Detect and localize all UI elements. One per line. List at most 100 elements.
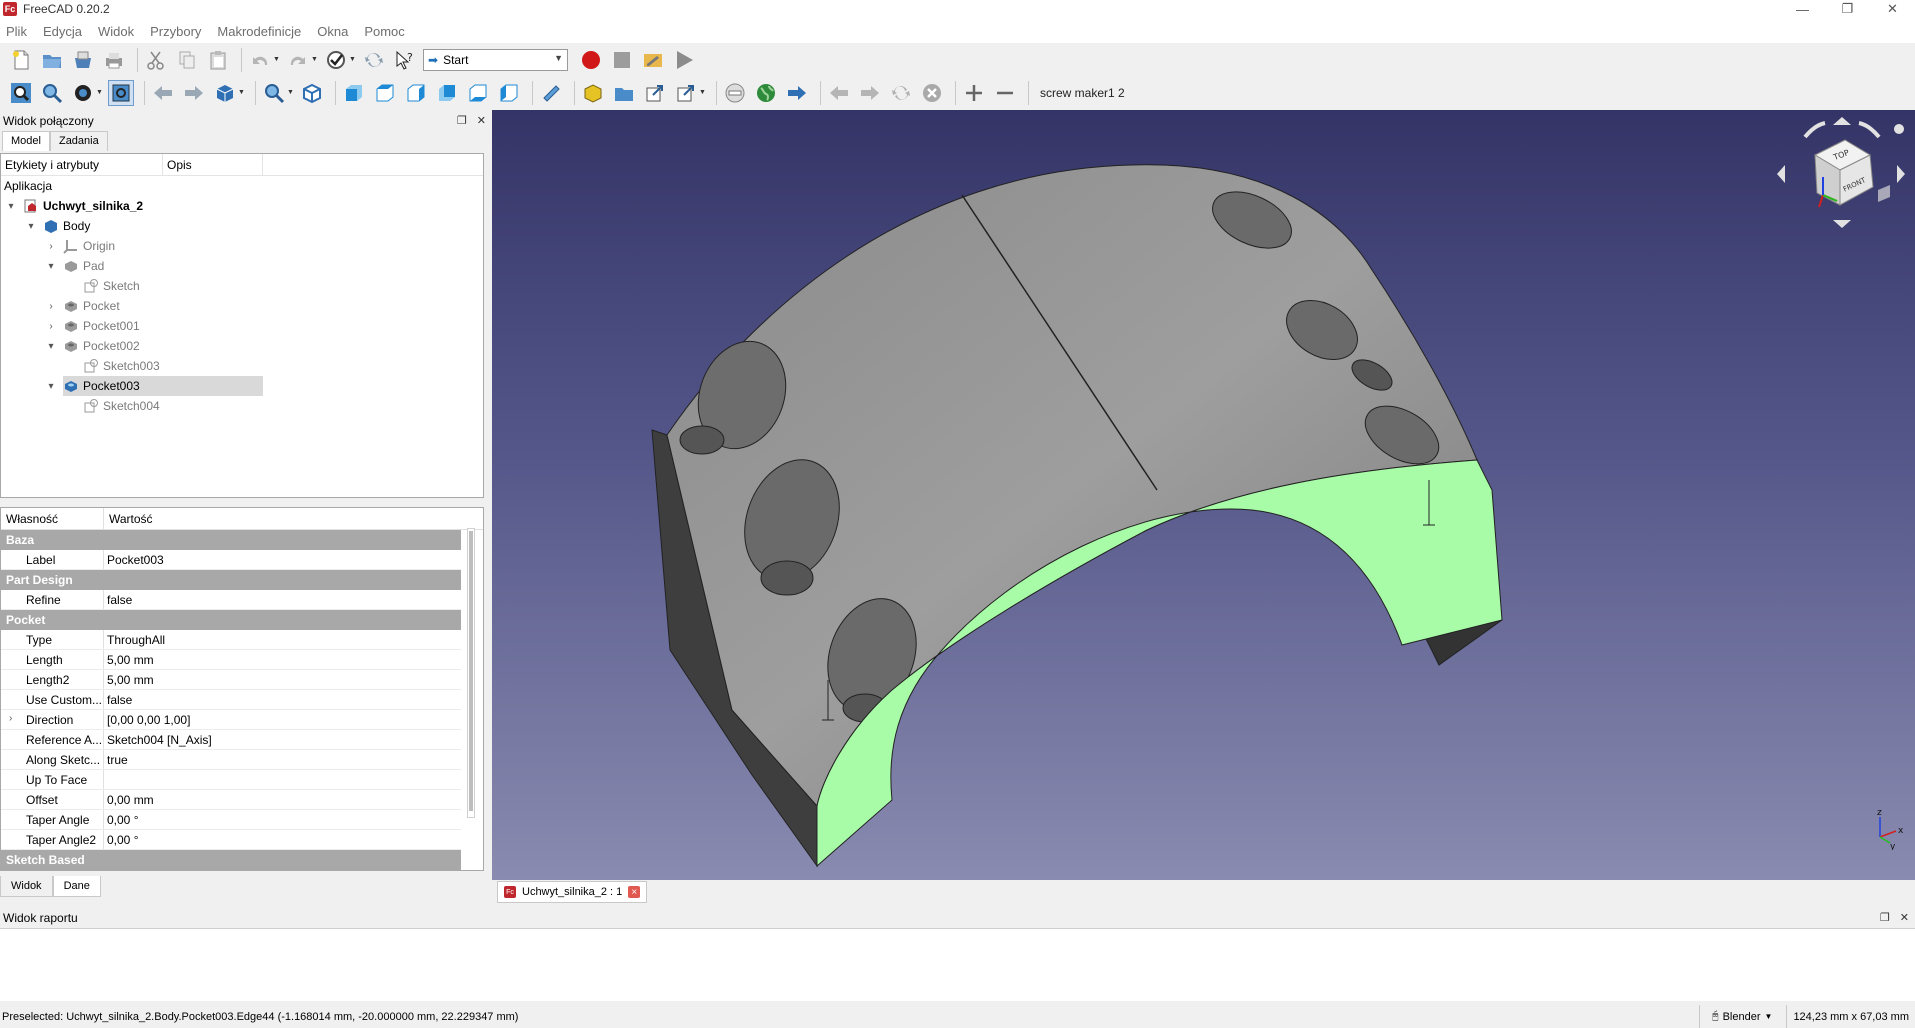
new-file-button[interactable] bbox=[8, 47, 34, 73]
property-value[interactable]: 5,00 mm bbox=[104, 650, 154, 669]
tree-column-description[interactable]: Opis bbox=[163, 154, 263, 175]
web-stop-loading-button[interactable] bbox=[919, 80, 945, 106]
property-row[interactable]: Along Sketc... true bbox=[1, 750, 461, 770]
standard-views-dropdown-icon[interactable]: ▼ bbox=[238, 89, 246, 96]
measure-distance-button[interactable] bbox=[538, 80, 564, 106]
create-part-button[interactable] bbox=[580, 80, 606, 106]
web-previous-button[interactable] bbox=[826, 80, 852, 106]
link-actions-dropdown-icon[interactable]: ▼ bbox=[699, 89, 707, 96]
menu-okna[interactable]: Okna bbox=[317, 24, 348, 39]
fit-selection-button[interactable] bbox=[39, 80, 65, 106]
tab-widok[interactable]: Widok bbox=[0, 876, 53, 897]
zoom-dropdown-icon[interactable]: ▼ bbox=[287, 89, 295, 96]
property-value[interactable] bbox=[104, 770, 107, 789]
property-row[interactable]: Taper Angle2 0,00 ° bbox=[1, 830, 461, 850]
close-panel-icon[interactable]: ✕ bbox=[477, 114, 486, 127]
web-next-button[interactable] bbox=[857, 80, 883, 106]
web-zoom-out-button[interactable] bbox=[992, 80, 1018, 106]
tab-dane[interactable]: Dane bbox=[52, 876, 101, 897]
property-row[interactable]: Length 5,00 mm bbox=[1, 650, 461, 670]
workbench-selector[interactable]: ➡ Start ▼ bbox=[423, 48, 568, 71]
chevron-down-icon[interactable]: ▾ bbox=[5, 201, 17, 212]
float-report-icon[interactable]: ❐ bbox=[1880, 911, 1890, 924]
redo-dropdown-icon[interactable]: ▼ bbox=[311, 56, 319, 63]
property-row[interactable]: Refine false bbox=[1, 590, 461, 610]
undo-dropdown-icon[interactable]: ▼ bbox=[273, 56, 281, 63]
web-refresh-button[interactable] bbox=[888, 80, 914, 106]
tree-item-uchwyt_silnika_2[interactable]: ▾ Uchwyt_silnika_2 bbox=[1, 196, 483, 216]
macro-button[interactable]: screw maker1 2 bbox=[1040, 86, 1125, 100]
property-group-header[interactable]: Baza bbox=[1, 530, 461, 550]
property-row[interactable]: Up To Face bbox=[1, 770, 461, 790]
navigation-style-selector[interactable]: 🖰 Blender ▼ bbox=[1698, 1005, 1788, 1028]
open-file-button[interactable] bbox=[39, 47, 65, 73]
chevron-right-icon[interactable]: › bbox=[45, 321, 57, 332]
tree-item-pad[interactable]: ▾ Pad bbox=[1, 256, 483, 276]
forward-button[interactable] bbox=[181, 80, 207, 106]
property-value[interactable]: [0,00 0,00 1,00] bbox=[104, 710, 190, 729]
chevron-down-icon[interactable]: ▾ bbox=[45, 381, 57, 392]
property-value[interactable]: 0,00 ° bbox=[104, 830, 139, 849]
menu-pomoc[interactable]: Pomoc bbox=[364, 24, 404, 39]
nav-arrow-left-icon[interactable] bbox=[1777, 165, 1785, 183]
property-row[interactable]: › Direction [0,00 0,00 1,00] bbox=[1, 710, 461, 730]
menu-edycja[interactable]: Edycja bbox=[43, 24, 82, 39]
right-view-button[interactable] bbox=[403, 80, 429, 106]
rotate-left-icon[interactable] bbox=[1803, 121, 1826, 139]
property-value[interactable]: true bbox=[104, 750, 128, 769]
fit-all-button[interactable] bbox=[8, 80, 34, 106]
property-row[interactable]: Label Pocket003 bbox=[1, 550, 461, 570]
zoom-button[interactable] bbox=[261, 80, 287, 106]
property-value[interactable]: 0,00 mm bbox=[104, 790, 154, 809]
edit-macros-button[interactable] bbox=[640, 47, 666, 73]
tree-item-origin[interactable]: › Origin bbox=[1, 236, 483, 256]
draw-style-button[interactable] bbox=[70, 80, 96, 106]
property-value[interactable]: Pocket003 bbox=[104, 550, 164, 569]
rotate-right-icon[interactable] bbox=[1858, 121, 1881, 139]
close-window-button[interactable]: ✕ bbox=[1870, 0, 1915, 18]
property-value[interactable]: ThroughAll bbox=[104, 630, 165, 649]
navigation-cube[interactable]: TOP FRONT bbox=[1775, 115, 1910, 230]
check-dropdown-icon[interactable]: ▼ bbox=[349, 56, 357, 63]
tree-item-pocket[interactable]: › Pocket bbox=[1, 296, 483, 316]
menu-plik[interactable]: Plik bbox=[6, 24, 27, 39]
property-row[interactable]: Offset 0,00 mm bbox=[1, 790, 461, 810]
property-value[interactable]: 0,00 ° bbox=[104, 810, 139, 829]
stop-macro-button[interactable] bbox=[609, 47, 635, 73]
chevron-down-icon[interactable]: ▾ bbox=[25, 221, 37, 232]
tree-item-sketch004[interactable]: Sketch004 bbox=[1, 396, 483, 416]
property-group-header[interactable]: Sketch Based bbox=[1, 850, 461, 870]
close-tab-icon[interactable]: × bbox=[628, 886, 641, 898]
tab-zadania[interactable]: Zadania bbox=[49, 131, 108, 151]
tree-item-pocket003[interactable]: ▾ Pocket003 bbox=[1, 376, 483, 396]
web-navigate-button[interactable] bbox=[784, 80, 810, 106]
nav-arrow-up-icon[interactable] bbox=[1833, 117, 1851, 125]
standard-views-button[interactable] bbox=[212, 80, 238, 106]
maximize-button[interactable]: ❐ bbox=[1825, 0, 1870, 18]
web-home-button[interactable] bbox=[753, 80, 779, 106]
web-stop-button[interactable] bbox=[722, 80, 748, 106]
tree-column-labels[interactable]: Etykiety i atrybuty bbox=[1, 154, 163, 175]
view-menu-icon[interactable] bbox=[1894, 124, 1904, 134]
property-value[interactable]: Sketch004 [N_Axis] bbox=[104, 730, 212, 749]
chevron-right-icon[interactable]: › bbox=[9, 713, 12, 724]
draw-style-dropdown-icon[interactable]: ▼ bbox=[96, 89, 104, 96]
property-value[interactable]: false bbox=[104, 590, 132, 609]
left-view-button[interactable] bbox=[496, 80, 522, 106]
document-tab[interactable]: Fc Uchwyt_silnika_2 : 1 × bbox=[497, 881, 648, 903]
save-button[interactable] bbox=[70, 47, 96, 73]
undo-button[interactable] bbox=[247, 47, 273, 73]
3d-viewport[interactable]: TOP FRONT z x y bbox=[492, 110, 1915, 880]
close-report-icon[interactable]: ✕ bbox=[1900, 911, 1909, 924]
top-view-button[interactable] bbox=[372, 80, 398, 106]
bottom-view-button[interactable] bbox=[465, 80, 491, 106]
tree-item-sketch[interactable]: Sketch bbox=[1, 276, 483, 296]
tab-model[interactable]: Model bbox=[2, 131, 50, 151]
chevron-right-icon[interactable]: › bbox=[45, 241, 57, 252]
property-group-header[interactable]: Pocket bbox=[1, 610, 461, 630]
property-scrollbar[interactable] bbox=[467, 528, 475, 818]
report-output[interactable] bbox=[0, 928, 1915, 1001]
chevron-right-icon[interactable]: › bbox=[45, 301, 57, 312]
tree-item-body[interactable]: ▾ Body bbox=[1, 216, 483, 236]
property-row[interactable]: Use Custom... false bbox=[1, 690, 461, 710]
